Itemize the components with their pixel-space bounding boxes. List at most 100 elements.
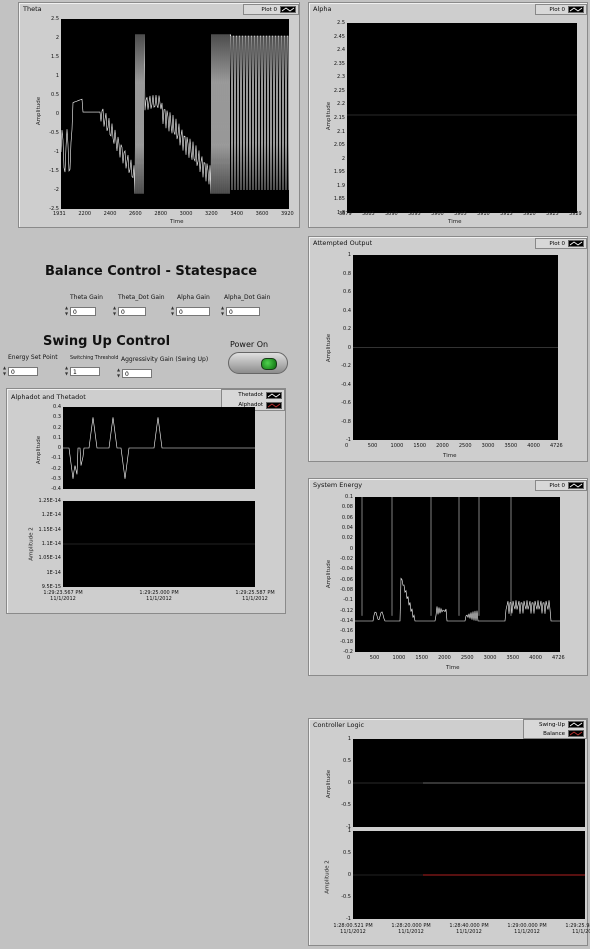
system-energy-panel: System Energy Plot 0 0.1 0.08 0.06 0.04 0.02… (308, 478, 588, 676)
spinner-arrows-icon[interactable]: ▲ ▼ (170, 306, 175, 316)
energy-line (355, 577, 560, 622)
logic-title: Controller Logic (313, 721, 365, 729)
increment-arrow-icon[interactable]: ▲ (65, 366, 68, 370)
spinner-arrows-icon[interactable]: ▲ ▼ (116, 368, 121, 378)
theta-xlabel: Time (170, 219, 184, 225)
thetadot-trace (63, 417, 255, 479)
energy-trace (355, 497, 560, 622)
numeric-value-field[interactable]: 0 (122, 368, 152, 378)
x-tick-label: 2500 (460, 655, 474, 661)
legend-plot0[interactable]: Plot 0 (536, 481, 586, 490)
numeric-control[interactable]: ▲ ▼ 0 (170, 306, 210, 316)
x-tick-label: 2600 (129, 211, 142, 217)
y-tick-label: -2 (54, 187, 59, 193)
numeric-control[interactable]: ▲ ▼ 1 (64, 366, 100, 376)
y-tick-label: -0.02 (340, 556, 353, 562)
x-tick-label: 1931 (53, 211, 66, 217)
energy-plot[interactable] (355, 497, 560, 652)
alpha-legend[interactable]: Plot 0 (535, 4, 587, 15)
numeric-control[interactable]: ▲ ▼ 0 (64, 306, 96, 316)
numeric-value-field[interactable]: 0 (8, 366, 38, 376)
numeric-value-field[interactable]: 0 (118, 306, 146, 316)
spinner-arrows-icon[interactable]: ▲ ▼ (2, 366, 7, 376)
legend-swing-up[interactable]: Swing-Up (524, 720, 586, 729)
energy-xlabel: Time (446, 665, 460, 671)
x-tick-label: 3400 (230, 211, 244, 217)
decrement-arrow-icon[interactable]: ▼ (3, 372, 6, 376)
decrement-arrow-icon[interactable]: ▼ (171, 312, 174, 316)
legend-plot0[interactable]: Plot 0 (536, 5, 586, 14)
alphadot-plot-1[interactable] (63, 407, 255, 489)
increment-arrow-icon[interactable]: ▲ (113, 306, 116, 310)
x-tick-line: 11/1/2012 (572, 929, 590, 935)
y-tick-label: 1 (347, 252, 351, 258)
spinner-arrows-icon[interactable]: ▲ ▼ (64, 366, 69, 376)
numeric-value-field[interactable]: 0 (176, 306, 210, 316)
spinner-arrows-icon[interactable]: ▲ ▼ (64, 306, 69, 316)
x-tick-label: 500 (369, 655, 380, 661)
y-tick-label: -0.2 (341, 363, 351, 369)
legend-balance[interactable]: Balance (524, 729, 586, 738)
control-label: Switching Threshold (70, 356, 119, 361)
x-tick-label: 1:28:20.000 PM 11/1/2012 (386, 923, 436, 935)
theta-plot[interactable] (60, 19, 290, 209)
increment-arrow-icon[interactable]: ▲ (65, 306, 68, 310)
decrement-arrow-icon[interactable]: ▼ (113, 312, 116, 316)
alpha-plot[interactable] (347, 23, 577, 213)
balance-trace (353, 874, 585, 876)
attempted-plot[interactable] (353, 255, 558, 440)
legend-plot0[interactable]: Plot 0 (536, 239, 586, 248)
attempted-ylabel: Amplitude (326, 333, 333, 363)
decrement-arrow-icon[interactable]: ▼ (221, 312, 224, 316)
spinner-arrows-icon[interactable]: ▲ ▼ (112, 306, 117, 316)
energy-legend[interactable]: Plot 0 (535, 480, 587, 491)
power-toggle[interactable] (228, 352, 288, 374)
numeric-control[interactable]: ▲ ▼ 0 (112, 306, 146, 316)
energy-ylabel: Amplitude (326, 559, 333, 589)
numeric-value-field[interactable]: 0 (226, 306, 260, 316)
x-tick-label: 0 (345, 443, 349, 449)
x-tick-label: 1500 (415, 655, 429, 661)
increment-arrow-icon[interactable]: ▲ (171, 306, 174, 310)
x-tick-label: 1000 (390, 443, 404, 449)
numeric-control[interactable]: ▲ ▼ 0 (220, 306, 260, 316)
plot-style-icon (568, 721, 584, 728)
y-tick-label: -0.5 (341, 802, 351, 808)
numeric-control[interactable]: ▲ ▼ 0 (2, 366, 38, 376)
logic-plot-2[interactable] (353, 831, 585, 919)
x-tick-line: 11/1/2012 (456, 929, 482, 935)
numeric-control[interactable]: ▲ ▼ 0 (116, 368, 152, 378)
increment-arrow-icon[interactable]: ▲ (3, 366, 6, 370)
power-label: Power On (230, 340, 269, 349)
logic-legend[interactable]: Swing-Up Balance (523, 719, 587, 739)
spinner-arrows-icon[interactable]: ▲ ▼ (220, 306, 225, 316)
x-tick-label: 500 (367, 443, 378, 449)
alphadot-plot-2[interactable] (63, 501, 255, 587)
x-tick-label: 4726 (552, 655, 565, 661)
numeric-value-field[interactable]: 0 (70, 306, 96, 316)
legend-thetadot[interactable]: Thetadot (222, 390, 284, 400)
y-tick-label: 0.4 (343, 307, 351, 314)
x-tick-label: 3200 (205, 211, 218, 217)
plot-style-icon (568, 730, 584, 737)
legend-plot0[interactable]: Plot 0 (244, 5, 298, 14)
numeric-value-field[interactable]: 1 (70, 366, 100, 376)
increment-arrow-icon[interactable]: ▲ (221, 306, 224, 310)
x-tick-line: 11/1/2012 (514, 929, 540, 935)
y-tick-label: 2.05 (333, 142, 345, 149)
alphadot-ylabel: Amplitude (36, 435, 43, 465)
decrement-arrow-icon[interactable]: ▼ (117, 374, 120, 378)
x-tick-label: 1:28:40.000 PM 11/1/2012 (444, 923, 494, 935)
logic-plot-1[interactable] (353, 739, 585, 827)
x-tick-label: 1500 (413, 443, 427, 449)
theta-line (60, 34, 290, 194)
alpha-xlabel: Time (448, 219, 462, 225)
control-label: Aggressivity Gain (Swing Up) (121, 356, 209, 363)
y-tick-label: -0.6 (341, 400, 351, 406)
decrement-arrow-icon[interactable]: ▼ (65, 372, 68, 376)
y-tick-label: -0.1 (51, 455, 61, 462)
increment-arrow-icon[interactable]: ▲ (117, 368, 120, 372)
attempted-legend[interactable]: Plot 0 (535, 238, 587, 249)
decrement-arrow-icon[interactable]: ▼ (65, 312, 68, 316)
theta-legend[interactable]: Plot 0 (243, 4, 299, 15)
